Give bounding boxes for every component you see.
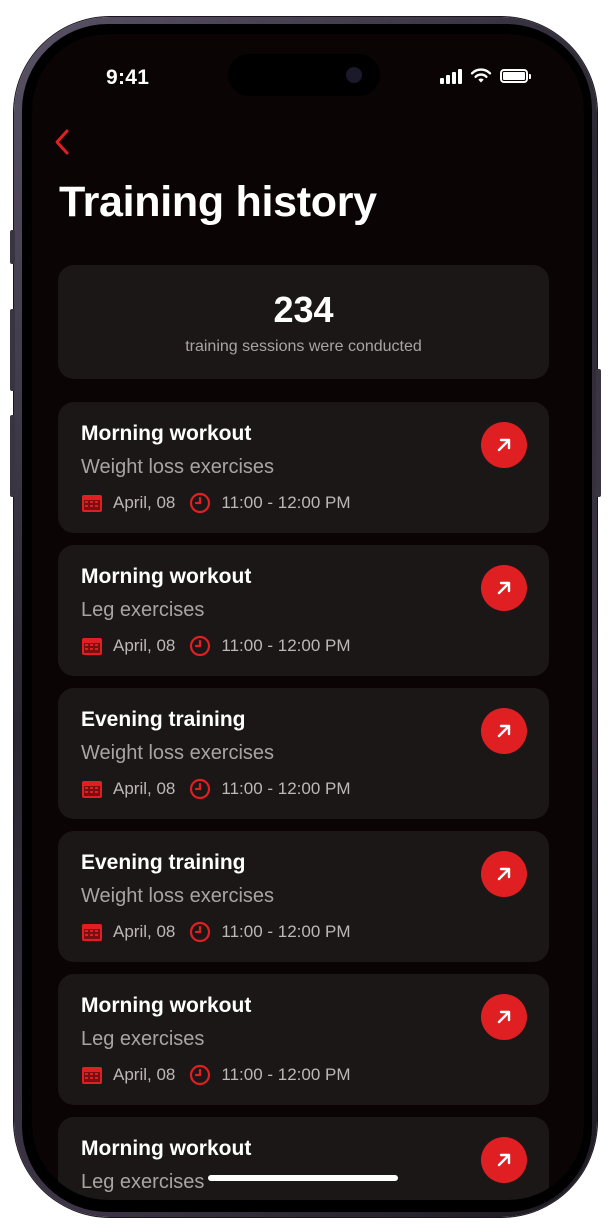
session-time: 11:00 - 12:00 PM — [221, 493, 351, 512]
chevron-left-icon — [55, 129, 69, 155]
session-meta: April, 08 11:00 - 12:00 PM — [81, 778, 351, 800]
session-date: April, 08 — [113, 922, 176, 941]
session-title: Morning workout — [81, 565, 252, 588]
clock-icon — [189, 492, 211, 514]
session-date: April, 08 — [113, 636, 176, 655]
back-button[interactable] — [44, 124, 80, 160]
session-card[interactable]: Morning workout Leg exercises April, 08 … — [58, 545, 549, 676]
arrow-up-right-icon — [497, 1010, 511, 1024]
session-count: 234 — [273, 289, 334, 330]
session-subtitle: Leg exercises — [81, 1028, 205, 1050]
session-subtitle: Weight loss exercises — [81, 456, 275, 478]
status-bar: 9:41 — [32, 34, 584, 124]
clock-icon — [189, 635, 211, 657]
session-title: Morning workout — [81, 994, 252, 1017]
session-count-caption: training sessions were conducted — [185, 338, 422, 355]
calendar-icon — [81, 492, 103, 514]
open-session-button[interactable] — [481, 851, 527, 897]
session-date: April, 08 — [113, 493, 176, 512]
session-meta: April, 08 11:00 - 12:00 PM — [81, 492, 351, 514]
cellular-signal-icon — [440, 68, 462, 84]
session-meta: April, 08 11:00 - 12:00 PM — [81, 921, 351, 943]
open-session-button[interactable] — [481, 994, 527, 1040]
arrow-up-right-icon — [497, 581, 511, 595]
open-session-button[interactable] — [481, 565, 527, 611]
session-card[interactable]: Morning workout Leg exercises — [58, 1117, 549, 1200]
clock-icon — [189, 778, 211, 800]
session-title: Evening training — [81, 708, 246, 731]
session-date: April, 08 — [113, 779, 176, 798]
calendar-icon — [81, 778, 103, 800]
session-card[interactable]: Morning workout Leg exercises April, 08 … — [58, 974, 549, 1105]
status-time: 9:41 — [106, 66, 150, 89]
front-camera — [346, 67, 362, 83]
battery-icon — [500, 69, 531, 83]
session-time: 11:00 - 12:00 PM — [221, 779, 351, 798]
session-time: 11:00 - 12:00 PM — [221, 636, 351, 655]
summary-card: 234 training sessions were conducted — [58, 265, 549, 379]
action-button — [10, 230, 15, 264]
session-time: 11:00 - 12:00 PM — [221, 922, 351, 941]
session-subtitle: Leg exercises — [81, 599, 205, 621]
session-title: Morning workout — [81, 422, 252, 445]
arrow-up-right-icon — [497, 1153, 511, 1167]
volume-down-button — [10, 415, 15, 497]
session-time: 11:00 - 12:00 PM — [221, 1065, 351, 1084]
clock-icon — [189, 1064, 211, 1086]
volume-up-button — [10, 309, 15, 391]
session-date: April, 08 — [113, 1065, 176, 1084]
open-session-button[interactable] — [481, 1137, 527, 1183]
session-meta: April, 08 11:00 - 12:00 PM — [81, 1064, 351, 1086]
session-card[interactable]: Morning workout Weight loss exercises Ap… — [58, 402, 549, 533]
power-button — [596, 369, 601, 497]
calendar-icon — [81, 635, 103, 657]
session-subtitle: Leg exercises — [81, 1171, 205, 1193]
arrow-up-right-icon — [497, 867, 511, 881]
wifi-icon — [470, 68, 492, 83]
session-card[interactable]: Evening training Weight loss exercises A… — [58, 831, 549, 962]
status-icons — [440, 68, 531, 84]
session-card[interactable]: Evening training Weight loss exercises A… — [58, 688, 549, 819]
open-session-button[interactable] — [481, 422, 527, 468]
open-session-button[interactable] — [481, 708, 527, 754]
calendar-icon — [81, 1064, 103, 1086]
session-meta: April, 08 11:00 - 12:00 PM — [81, 635, 351, 657]
page-title: Training history — [59, 178, 377, 226]
session-list: Morning workout Weight loss exercises Ap… — [58, 402, 549, 1200]
arrow-up-right-icon — [497, 438, 511, 452]
calendar-icon — [81, 921, 103, 943]
session-title: Evening training — [81, 851, 246, 874]
home-indicator[interactable] — [208, 1175, 398, 1181]
clock-icon — [189, 921, 211, 943]
session-subtitle: Weight loss exercises — [81, 885, 275, 907]
arrow-up-right-icon — [497, 724, 511, 738]
session-subtitle: Weight loss exercises — [81, 742, 275, 764]
session-title: Morning workout — [81, 1137, 252, 1160]
app-screen: 9:41 Training history 234 training sessi… — [32, 34, 584, 1200]
dynamic-island — [228, 54, 380, 96]
